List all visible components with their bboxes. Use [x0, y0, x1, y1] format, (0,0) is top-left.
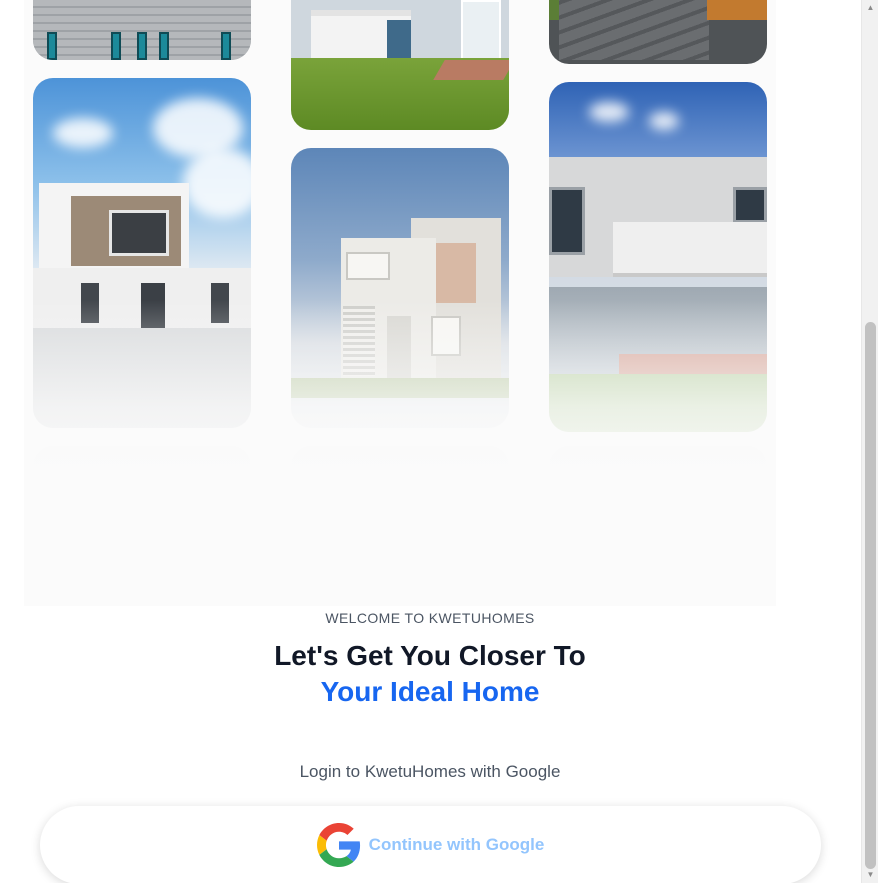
house-photo	[291, 0, 509, 130]
house-photo-placeholder	[549, 446, 767, 486]
house-photo-placeholder	[33, 446, 251, 486]
google-button-label: Continue with Google	[368, 835, 545, 854]
arrow-up-icon[interactable]: ▲	[862, 2, 878, 14]
welcome-eyebrow: WELCOME TO KWETUHOMES	[325, 610, 535, 626]
house-photo-placeholder	[291, 446, 509, 486]
login-page: WELCOME TO KWETUHOMES Let's Get You Clos…	[0, 0, 878, 883]
page-headline-accent: Your Ideal Home	[320, 676, 540, 707]
page-scrollbar[interactable]: ▲ ▼	[861, 0, 878, 883]
arrow-down-icon[interactable]: ▼	[862, 869, 878, 881]
house-photo	[549, 0, 767, 64]
login-prompt: Login to KwetuHomes with Google	[299, 762, 561, 781]
scrollbar-thumb[interactable]	[865, 322, 876, 869]
house-photo-gallery	[24, 0, 776, 606]
page-headline: Let's Get You Closer To	[274, 640, 586, 671]
google-g-icon	[316, 823, 360, 867]
house-photo	[33, 0, 251, 60]
house-photo	[33, 78, 251, 428]
house-photo	[549, 82, 767, 432]
house-photo	[291, 148, 509, 428]
continue-with-google-button[interactable]: Continue with Google	[40, 806, 821, 883]
